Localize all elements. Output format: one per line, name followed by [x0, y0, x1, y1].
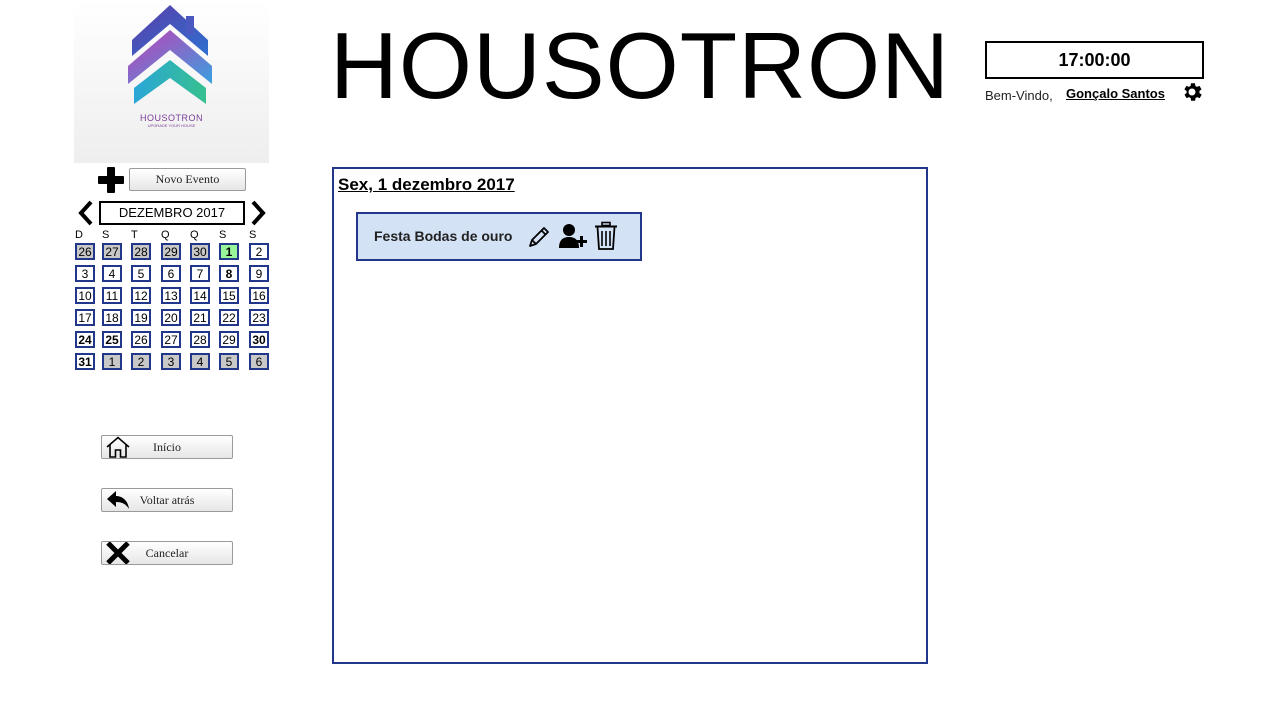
calendar-day[interactable]: 9	[249, 265, 269, 282]
trash-icon[interactable]	[594, 221, 618, 251]
logo-tagline: UPGRADE YOUR HOUSE	[147, 123, 196, 128]
welcome-text: Bem-Vindo,	[985, 88, 1053, 103]
weekday-label: T	[131, 229, 138, 241]
house-logo-icon	[128, 5, 212, 104]
calendar-day[interactable]: 2	[131, 353, 151, 370]
weekday-label: Q	[161, 229, 170, 241]
logo: HOUSOTRON UPGRADE YOUR HOUSE	[74, 0, 269, 163]
calendar-day[interactable]: 22	[219, 309, 239, 326]
calendar-day[interactable]: 7	[190, 265, 210, 282]
calendar-day[interactable]: 27	[161, 331, 181, 348]
calendar-day[interactable]: 13	[161, 287, 181, 304]
cancel-button[interactable]: Cancelar	[101, 541, 233, 565]
weekday-label: S	[249, 229, 257, 241]
weekday-label: D	[75, 229, 83, 241]
calendar-day[interactable]: 19	[131, 309, 151, 326]
back-button[interactable]: Voltar atrás	[101, 488, 233, 512]
home-button[interactable]: Início	[101, 435, 233, 459]
calendar-day[interactable]: 1	[219, 243, 239, 260]
calendar-day[interactable]: 11	[102, 287, 122, 304]
clock-display: 17:00:00	[985, 41, 1204, 79]
calendar-day[interactable]: 28	[190, 331, 210, 348]
calendar-day[interactable]: 8	[219, 265, 239, 282]
calendar-day[interactable]: 30	[190, 243, 210, 260]
calendar-day[interactable]: 31	[75, 353, 95, 370]
date-heading: Sex, 1 dezembro 2017	[338, 175, 515, 194]
event-name: Festa Bodas de ouro	[374, 228, 513, 244]
calendar-day[interactable]: 26	[75, 243, 95, 260]
calendar-day[interactable]: 5	[219, 353, 239, 370]
app-title: HOUSOTRON	[330, 13, 950, 118]
calendar-day[interactable]: 24	[75, 331, 95, 348]
calendar-day[interactable]: 26	[131, 331, 151, 348]
weekday-label: Q	[190, 229, 199, 241]
calendar-day[interactable]: 28	[131, 243, 151, 260]
calendar-day[interactable]: 18	[102, 309, 122, 326]
calendar-day[interactable]: 30	[249, 331, 269, 348]
calendar-day[interactable]: 1	[102, 353, 122, 370]
calendar-day[interactable]: 2	[249, 243, 269, 260]
calendar-day[interactable]: 20	[161, 309, 181, 326]
calendar-day[interactable]: 5	[131, 265, 151, 282]
calendar-day[interactable]: 25	[102, 331, 122, 348]
weekday-label: S	[219, 229, 227, 241]
new-event-button[interactable]: Novo Evento	[129, 168, 246, 191]
calendar-day[interactable]: 4	[102, 265, 122, 282]
calendar-day[interactable]: 10	[75, 287, 95, 304]
calendar-day[interactable]: 4	[190, 353, 210, 370]
back-button-label: Voltar atrás	[139, 493, 195, 507]
logo-text: HOUSOTRON	[140, 113, 203, 123]
calendar-day[interactable]: 29	[219, 331, 239, 348]
calendar-day[interactable]: 16	[249, 287, 269, 304]
day-events-panel: Sex, 1 dezembro 2017 Festa Bodas de ouro	[332, 167, 928, 664]
calendar-day[interactable]: 29	[161, 243, 181, 260]
calendar-day[interactable]: 14	[190, 287, 210, 304]
calendar-day[interactable]: 6	[249, 353, 269, 370]
calendar-day[interactable]: 6	[161, 265, 181, 282]
calendar-day[interactable]: 27	[102, 243, 122, 260]
calendar-day[interactable]: 17	[75, 309, 95, 326]
pencil-icon[interactable]	[526, 224, 552, 250]
calendar-day[interactable]: 23	[249, 309, 269, 326]
cancel-button-label: Cancelar	[145, 546, 189, 560]
calendar-day[interactable]: 15	[219, 287, 239, 304]
month-label: DEZEMBRO 2017	[99, 201, 245, 225]
calendar-day[interactable]: 3	[161, 353, 181, 370]
plus-icon[interactable]	[98, 167, 124, 193]
chevron-right-icon[interactable]	[248, 200, 268, 226]
home-button-label: Início	[153, 440, 181, 454]
weekday-label: S	[102, 229, 110, 241]
gear-icon[interactable]	[1180, 80, 1204, 104]
event-card[interactable]: Festa Bodas de ouro	[356, 212, 642, 261]
calendar-day[interactable]: 3	[75, 265, 95, 282]
calendar-day[interactable]: 12	[131, 287, 151, 304]
add-user-icon[interactable]	[558, 222, 588, 250]
chevron-left-icon[interactable]	[76, 200, 96, 226]
calendar-day[interactable]: 21	[190, 309, 210, 326]
user-name-link[interactable]: Gonçalo Santos	[1066, 86, 1165, 101]
